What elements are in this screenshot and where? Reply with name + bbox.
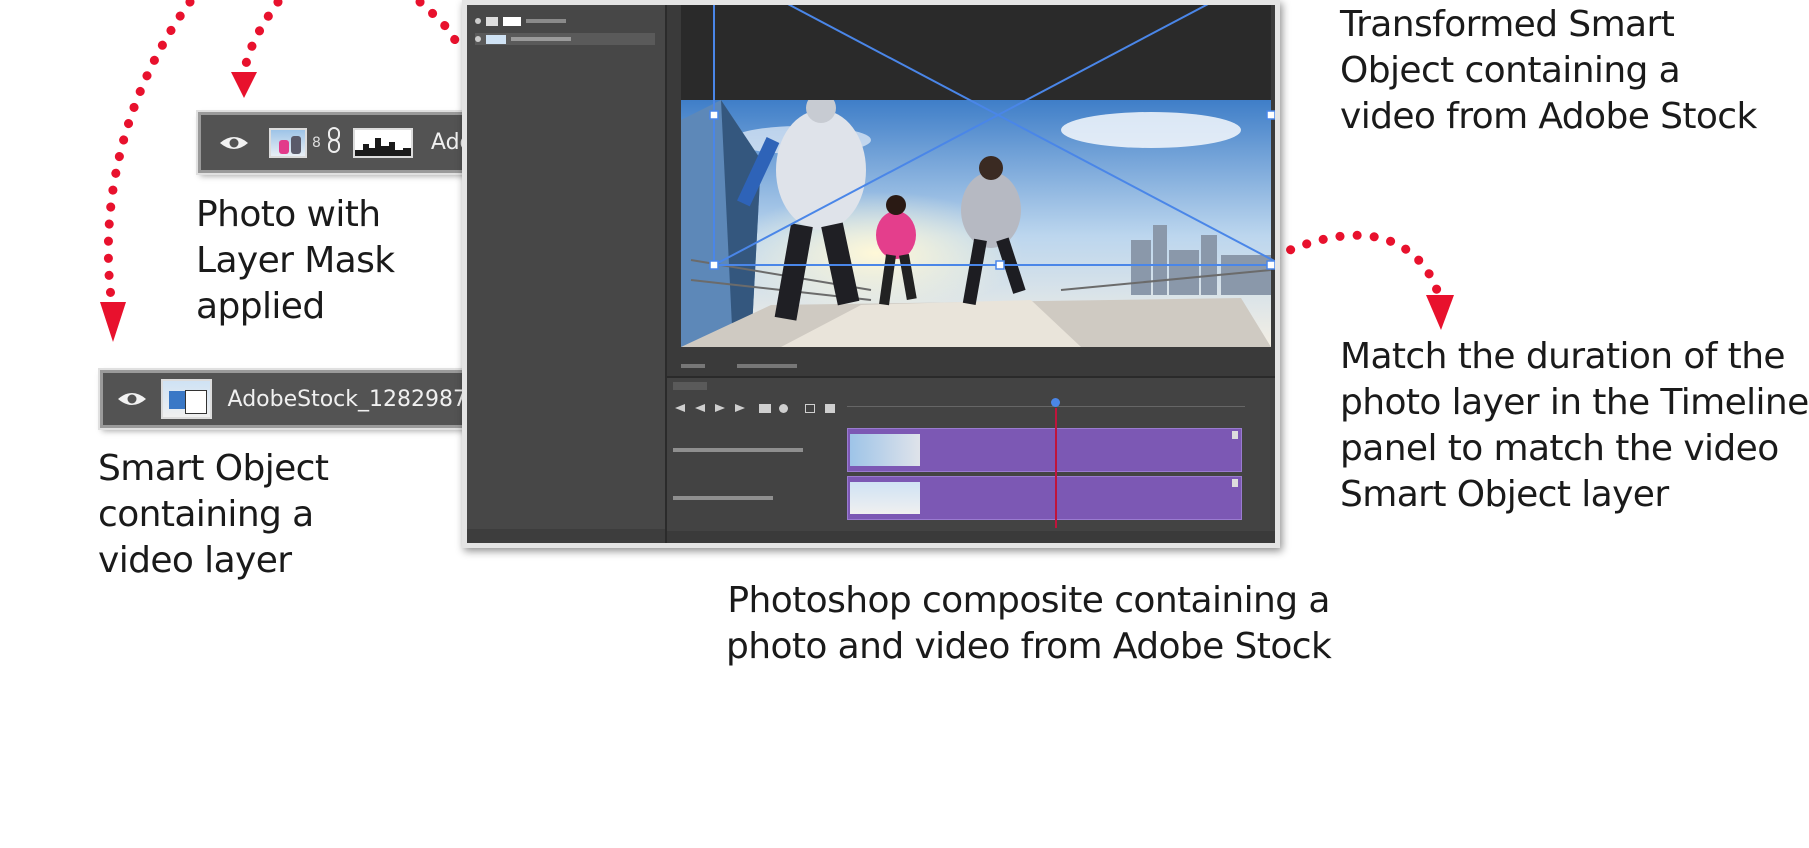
caption-match-duration: Match the duration of the photo layer in… [1340,336,1809,515]
smart-object-icon [184,390,207,414]
video-thumbnail [161,379,212,419]
track-label [673,496,773,500]
caption-smart-object-video: Smart Object containing a video layer [98,448,329,581]
caption-transformed-smart-object: Transformed Smart Object containing a vi… [1340,4,1757,137]
playhead-handle[interactable] [1051,398,1060,407]
photo-thumbnail [269,127,307,158]
photoshop-window [462,0,1280,548]
mask-badge-icon: 8 [312,134,321,151]
layers-panel [467,5,667,543]
video-track-clip[interactable] [847,428,1242,472]
arrow-to-video-chip [103,0,195,310]
video-layer-name: AdobeStock_128298736 [227,386,495,412]
layer-row[interactable] [475,15,566,27]
clip-thumbnail [850,434,920,466]
playhead-line [1055,408,1057,528]
status-bar [667,362,1275,376]
timeline-footer [667,531,1275,543]
split-icon[interactable] [805,404,815,413]
step-back-icon[interactable] [695,404,705,412]
step-forward-icon[interactable] [735,404,745,412]
arrowhead-video-chip [100,302,126,342]
timeline-tab[interactable] [673,382,707,390]
photo-track-clip[interactable] [847,476,1242,520]
timeline-ruler[interactable] [847,392,1245,407]
timeline-transport [675,404,845,416]
settings-icon[interactable] [779,404,788,413]
arrow-to-photo-chip [239,0,283,83]
caption-photo-layer-mask: Photo with Layer Mask applied [196,194,395,327]
clip-handle[interactable] [1232,431,1238,439]
arrow-from-layers [415,0,460,45]
rewind-icon[interactable] [675,404,685,412]
layer-row[interactable] [475,33,655,45]
arrowhead-photo-chip [231,72,257,98]
arrowhead-duration [1426,295,1454,330]
caption-photoshop-composite: Photoshop composite containing a photo a… [726,580,1332,667]
layer-mask-thumbnail [352,127,413,158]
timeline-panel [667,376,1275,543]
video-layer-chip: AdobeStock_128298736 [100,370,498,428]
layers-panel-footer [467,529,665,543]
audio-icon[interactable] [759,404,771,413]
transform-bounding-box[interactable] [667,5,1275,365]
clip-handle[interactable] [1232,479,1238,487]
transition-icon[interactable] [825,404,835,413]
track-label [673,448,803,452]
document-area [667,5,1275,543]
eye-icon[interactable] [217,132,251,154]
eye-icon[interactable] [117,388,147,410]
play-icon[interactable] [715,404,725,412]
clip-thumbnail [850,482,920,514]
chain-link-icon[interactable] [327,126,341,160]
